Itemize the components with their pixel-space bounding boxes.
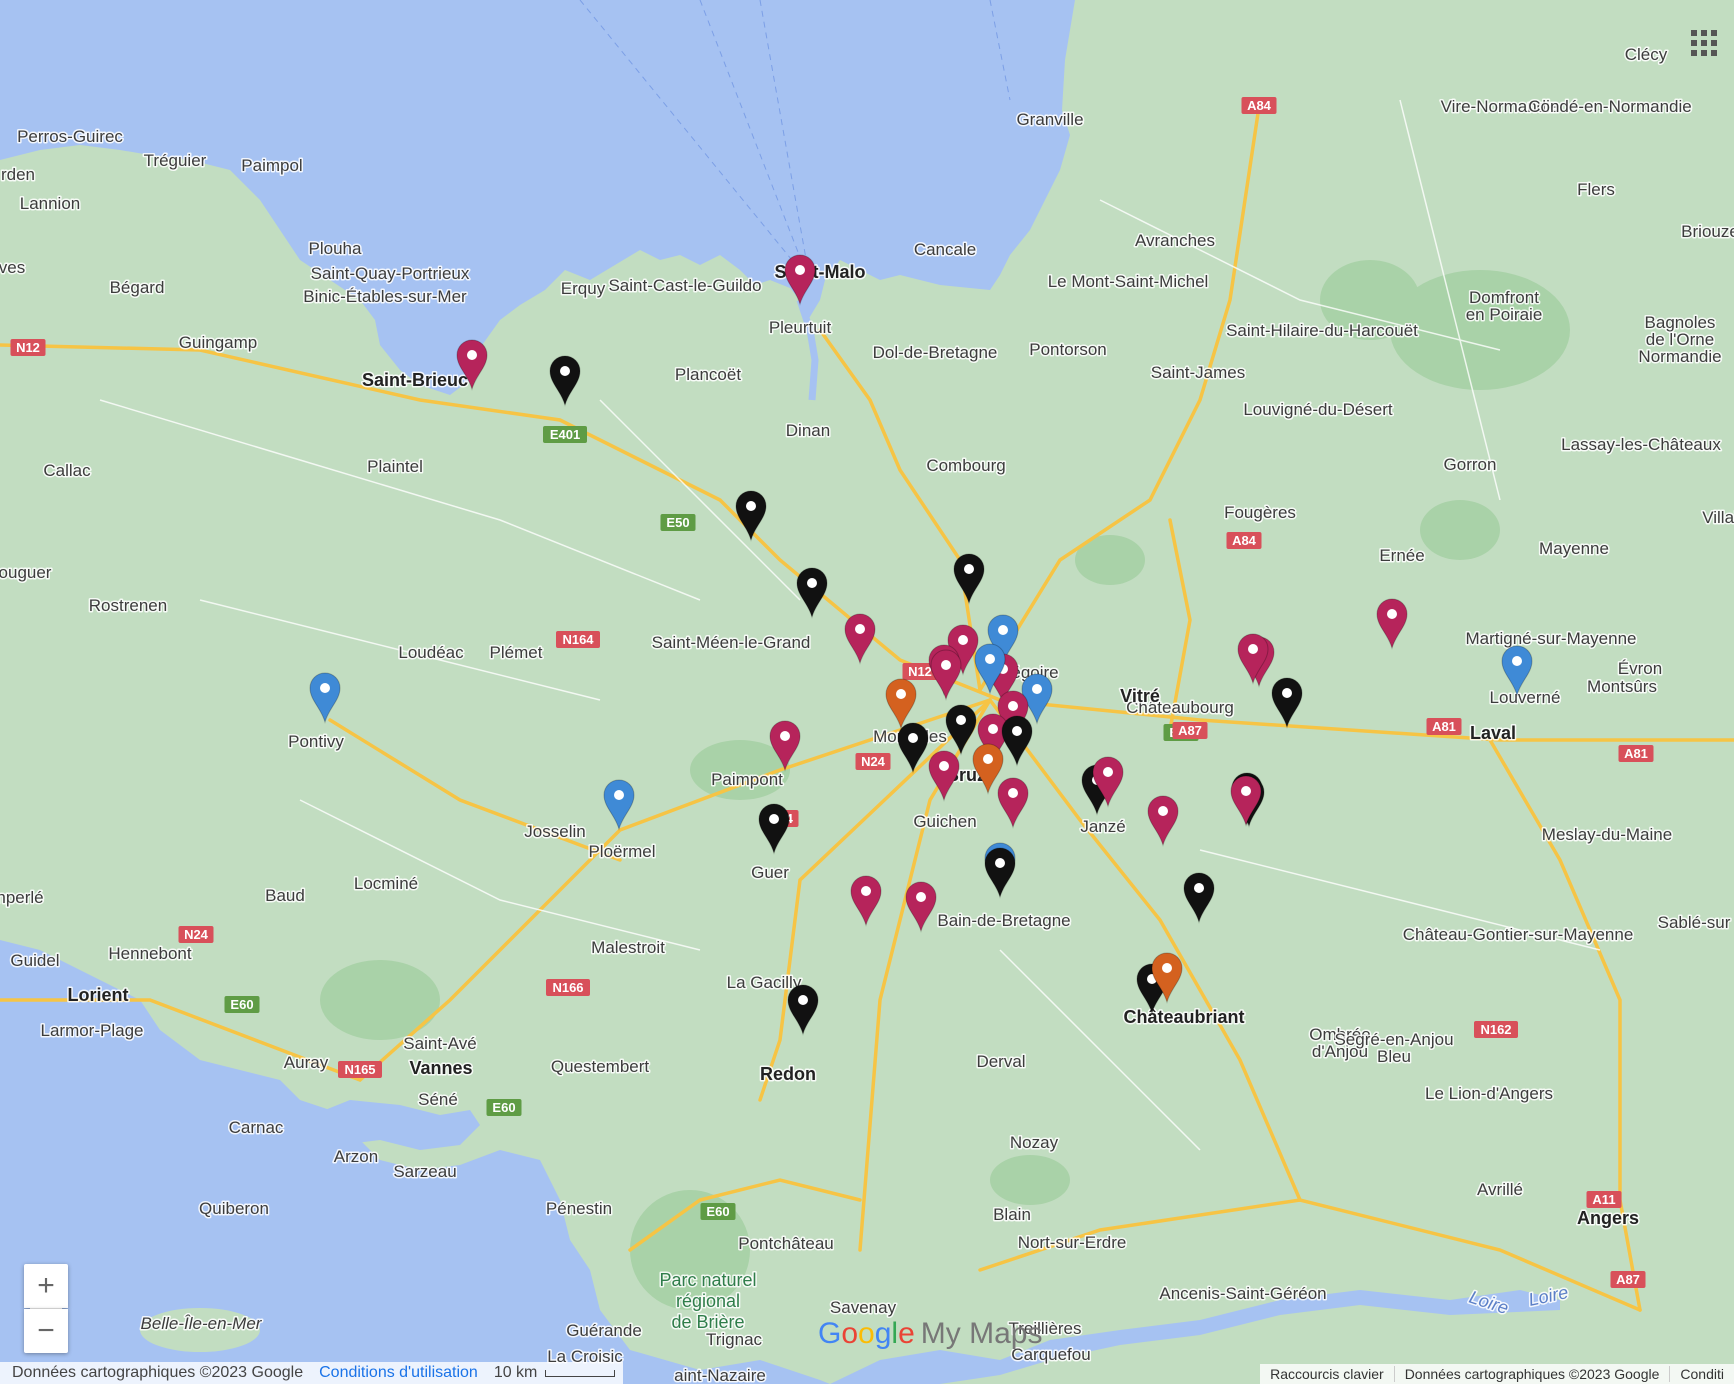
- map-marker-black[interactable]: [1001, 715, 1033, 767]
- map-canvas[interactable]: Perros-Guirec Tréguier Paimpol rden Lannion P…: [0, 0, 1734, 1384]
- map-marker-blue[interactable]: [309, 672, 341, 724]
- map-marker-magenta[interactable]: [456, 339, 488, 391]
- map-marker-orange[interactable]: [885, 678, 917, 730]
- map-marker-black[interactable]: [1183, 872, 1215, 924]
- map-marker-magenta[interactable]: [844, 613, 876, 665]
- map-marker-magenta[interactable]: [784, 254, 816, 306]
- map-marker-black[interactable]: [787, 984, 819, 1036]
- map-marker-black[interactable]: [953, 553, 985, 605]
- zoom-in-button[interactable]: +: [24, 1264, 68, 1308]
- map-marker-magenta[interactable]: [769, 720, 801, 772]
- my-maps-text: My Maps: [920, 1317, 1043, 1350]
- apps-grid-icon[interactable]: [1691, 30, 1719, 58]
- map-marker-orange[interactable]: [972, 743, 1004, 795]
- map-marker-black[interactable]: [1271, 677, 1303, 729]
- map-marker-black[interactable]: [758, 803, 790, 855]
- map-marker-magenta[interactable]: [1147, 795, 1179, 847]
- map-marker-magenta[interactable]: [1230, 775, 1262, 827]
- attribution-bar: Données cartographiques ©2023 Google Con…: [0, 1362, 624, 1384]
- markers-layer[interactable]: [0, 0, 1734, 1384]
- zoom-out-button[interactable]: −: [24, 1309, 68, 1353]
- map-marker-black[interactable]: [945, 704, 977, 756]
- google-my-maps-logo: Google My Maps: [818, 1317, 1043, 1350]
- terms-link-right[interactable]: Conditi: [1669, 1366, 1734, 1382]
- map-data-attribution: Données cartographiques ©2023 Google: [12, 1364, 304, 1381]
- map-data-attribution-right: Données cartographiques ©2023 Google: [1393, 1366, 1670, 1382]
- map-marker-magenta[interactable]: [905, 881, 937, 933]
- map-marker-magenta[interactable]: [997, 777, 1029, 829]
- map-marker-magenta[interactable]: [930, 649, 962, 701]
- attribution-right: Raccourcis clavier Données cartographiqu…: [1260, 1364, 1734, 1384]
- map-marker-blue[interactable]: [1501, 645, 1533, 697]
- map-marker-blue[interactable]: [603, 779, 635, 831]
- keyboard-shortcuts-link[interactable]: Raccourcis clavier: [1260, 1366, 1394, 1382]
- scale-bar: [545, 1369, 616, 1377]
- map-marker-magenta[interactable]: [928, 750, 960, 802]
- map-marker-black[interactable]: [549, 355, 581, 407]
- map-marker-black[interactable]: [984, 847, 1016, 899]
- terms-link[interactable]: Conditions d'utilisation: [319, 1364, 478, 1382]
- map-marker-black[interactable]: [897, 722, 929, 774]
- map-marker-black[interactable]: [796, 567, 828, 619]
- map-marker-black[interactable]: [735, 490, 767, 542]
- map-marker-magenta[interactable]: [1376, 598, 1408, 650]
- map-marker-magenta[interactable]: [850, 875, 882, 927]
- scale-label[interactable]: 10 km: [494, 1364, 538, 1382]
